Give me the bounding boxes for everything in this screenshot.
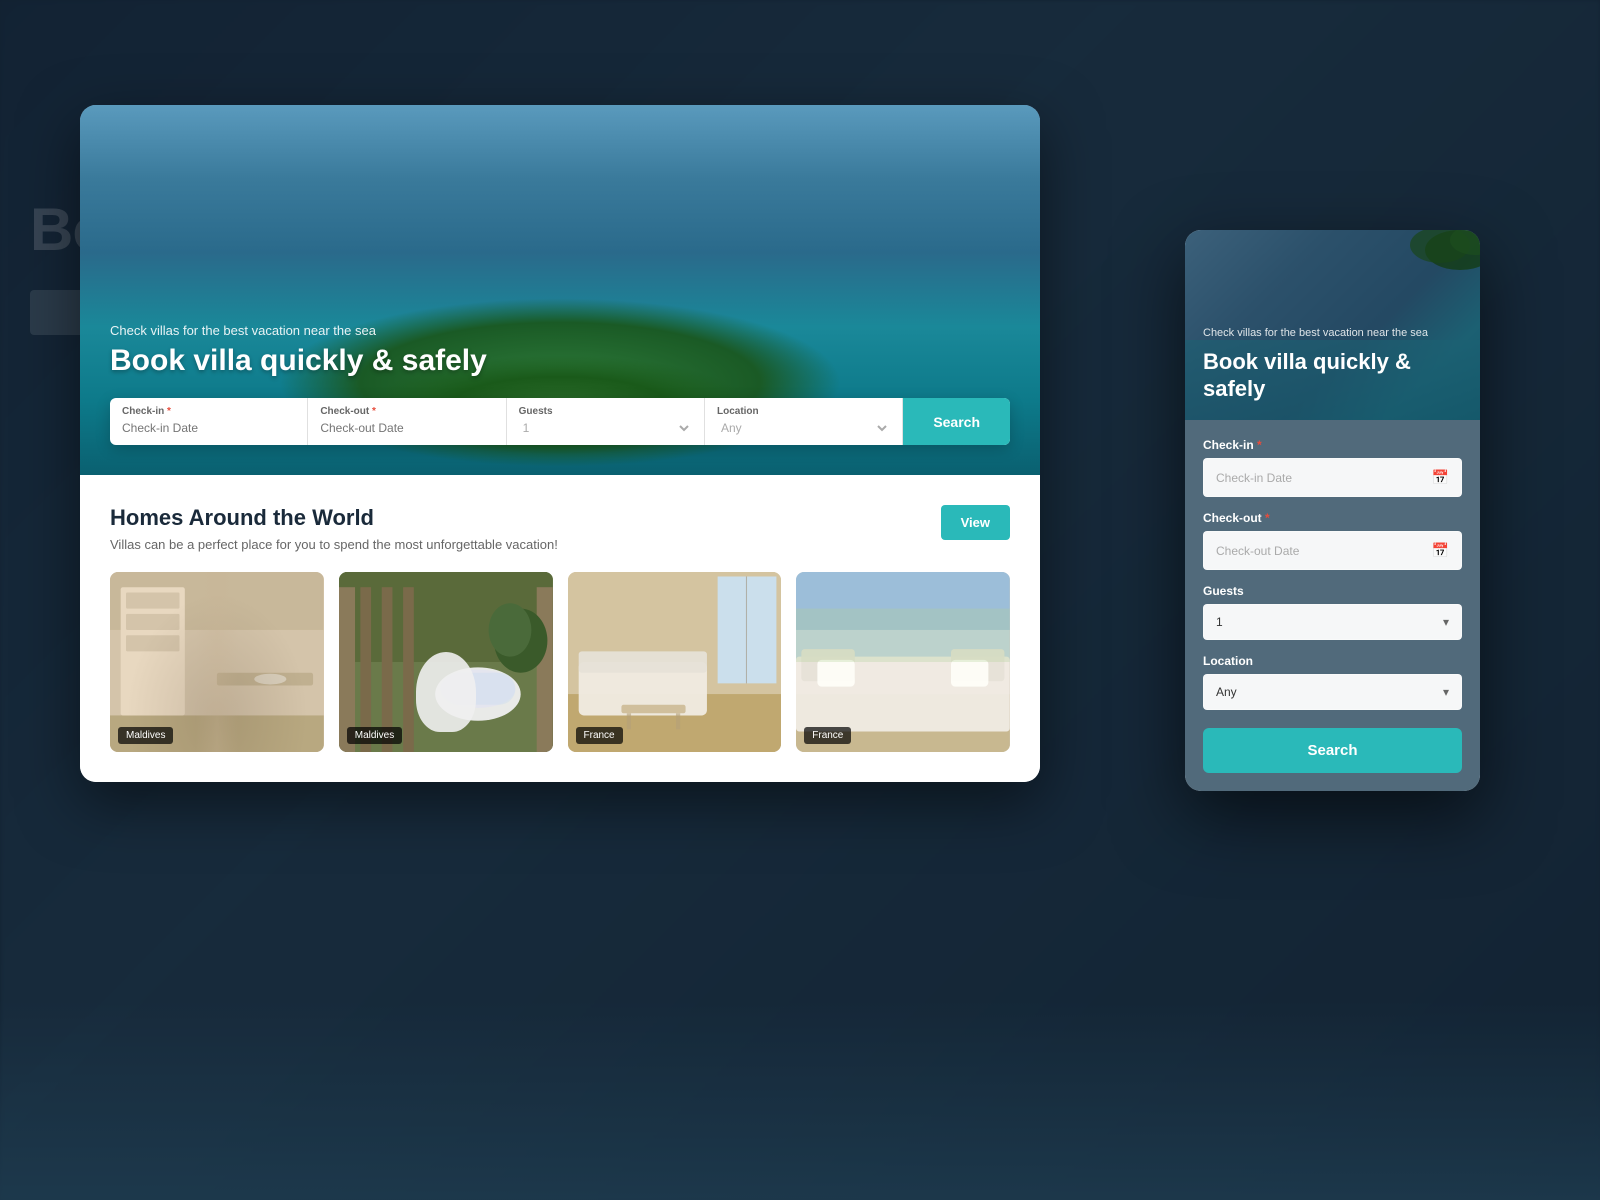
desktop-card: Check villas for the best vacation near … [80,105,1040,782]
bedroom-svg [796,572,1010,752]
checkout-label: Check-out * [320,406,493,417]
palm-tree-svg [1360,230,1480,350]
checkin-field: Check-in * [110,398,308,445]
mobile-checkout-label: Check-out * [1203,511,1462,525]
location-badge-3: France [576,727,623,744]
property-card-4[interactable]: France [796,572,1010,752]
mobile-checkin-placeholder: Check-in Date [1216,471,1292,485]
property-image-1 [110,572,324,752]
homes-title: Homes Around the World [110,505,558,531]
checkin-input[interactable] [122,421,295,435]
mobile-checkin-input-wrapper[interactable]: Check-in Date 📅 [1203,458,1462,497]
mobile-form: Check-in * Check-in Date 📅 Check-out * C… [1185,420,1480,791]
hero-subtitle: Check villas for the best vacation near … [110,323,1010,338]
homes-header: Homes Around the World Villas can be a p… [110,505,1010,552]
location-label: Location [717,406,890,417]
guests-field: Guests 1 2 3 4 [507,398,705,445]
guests-select[interactable]: 1 2 3 4 [519,420,692,436]
property-image-3 [568,572,782,752]
mobile-location-select[interactable]: Any ▾ [1203,674,1462,710]
mobile-guests-field: Guests 1 ▾ [1203,584,1462,640]
location-badge-4: France [804,727,851,744]
location-select[interactable]: Any Maldives France [717,420,890,436]
mobile-guests-select[interactable]: 1 ▾ [1203,604,1462,640]
homes-subtitle: Villas can be a perfect place for you to… [110,537,558,552]
mobile-hero: Check villas for the best vacation near … [1185,230,1480,420]
guests-label: Guests [519,406,692,417]
property-card-2[interactable]: Maldives [339,572,553,752]
search-button[interactable]: Search [903,398,1010,445]
location-field: Location Any Maldives France [705,398,903,445]
checkin-label: Check-in * [122,406,295,417]
checkout-input[interactable] [320,421,493,435]
hero-title: Book villa quickly & safely [110,344,1010,378]
mobile-guests-select-wrapper: 1 ▾ [1203,604,1462,640]
chevron-down-icon-guests: ▾ [1443,615,1449,629]
homes-text: Homes Around the World Villas can be a p… [110,505,558,552]
view-all-button[interactable]: View [941,505,1010,540]
mobile-checkin-field: Check-in * Check-in Date 📅 [1203,438,1462,497]
mobile-location-field: Location Any ▾ [1203,654,1462,710]
location-badge-1: Maldives [118,727,173,744]
property-image-4 [796,572,1010,752]
location-badge-2: Maldives [347,727,402,744]
living-svg [568,572,782,752]
mobile-guests-value: 1 [1216,615,1223,629]
mobile-location-select-wrapper: Any ▾ [1203,674,1462,710]
mobile-location-value: Any [1216,685,1237,699]
mobile-search-button[interactable]: Search [1203,728,1462,773]
mobile-card: Check villas for the best vacation near … [1185,230,1480,791]
property-card-3[interactable]: France [568,572,782,752]
checkout-field: Check-out * [308,398,506,445]
mobile-location-label: Location [1203,654,1462,668]
chevron-down-icon-location: ▾ [1443,685,1449,699]
mobile-checkin-label: Check-in * [1203,438,1462,452]
homes-section: Homes Around the World Villas can be a p… [80,475,1040,782]
background-bottom-gradient [0,1000,1600,1200]
bathroom-svg [110,572,324,752]
calendar-icon-checkin: 📅 [1432,469,1449,486]
calendar-icon-checkout: 📅 [1432,542,1449,559]
mobile-checkout-field: Check-out * Check-out Date 📅 [1203,511,1462,570]
homes-grid: Maldives [110,572,1010,752]
property-card-1[interactable]: Maldives [110,572,324,752]
mobile-hero-title: Book villa quickly & safely [1203,349,1462,402]
property-image-2 [339,572,553,752]
mobile-guests-label: Guests [1203,584,1462,598]
outdoor-bath-svg [339,572,553,752]
mobile-checkout-placeholder: Check-out Date [1216,544,1299,558]
hero-section: Check villas for the best vacation near … [80,105,1040,475]
hero-content: Check villas for the best vacation near … [80,303,1040,475]
search-bar: Check-in * Check-out * Guests 1 2 3 [110,398,1010,445]
mobile-checkout-input-wrapper[interactable]: Check-out Date 📅 [1203,531,1462,570]
